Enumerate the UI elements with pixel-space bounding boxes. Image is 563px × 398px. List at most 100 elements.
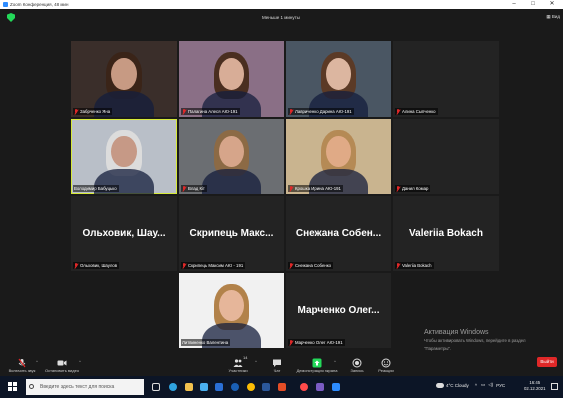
participant-name-tag: Крошка Ирина АЮ-191 xyxy=(288,185,343,192)
participant-tile[interactable]: Ольховик, Шау... Ольховик, Шаулов xyxy=(71,196,177,271)
participant-video xyxy=(71,119,177,194)
app-icon-red[interactable] xyxy=(278,383,286,391)
participant-tile[interactable]: Литвиненко Валентина xyxy=(179,273,284,348)
participant-tile[interactable]: Влад Кіт xyxy=(179,119,284,194)
participant-tile[interactable]: Алина Сыпченко xyxy=(393,41,499,117)
participant-name-tag: Снежана Собенко xyxy=(288,262,334,269)
participants-count: 14 xyxy=(243,355,248,360)
participant-name: Литвиненко Валентина xyxy=(182,340,229,345)
search-icon xyxy=(29,384,34,389)
zoom-window: Zoom Конференция, 48 мин – □ ✕ Меньше 1 … xyxy=(0,0,563,398)
participant-name: Скрипець Максим АЮ - 191 xyxy=(188,263,244,268)
app-icon-blue[interactable] xyxy=(332,383,340,391)
mail-icon[interactable] xyxy=(215,383,223,391)
network-icon[interactable]: ▭ xyxy=(481,382,485,388)
participant-name: Ольховик, Шаулов xyxy=(80,263,118,268)
title-bar: Zoom Конференция, 48 мин – □ ✕ xyxy=(0,0,563,9)
close-button[interactable]: ✕ xyxy=(543,0,561,9)
file-explorer-icon[interactable] xyxy=(185,383,193,391)
chat-button[interactable]: Чат xyxy=(255,353,299,375)
opera-icon[interactable] xyxy=(300,383,308,391)
task-view-icon[interactable] xyxy=(152,383,160,391)
stop-video-label: Остановить видео xyxy=(44,368,80,373)
participant-name: Снежана Собенко xyxy=(295,263,332,268)
mic-muted-icon xyxy=(396,263,400,268)
notification-icon[interactable] xyxy=(551,383,558,390)
zoom-app-icon[interactable] xyxy=(231,383,239,391)
reactions-button[interactable]: Реакции xyxy=(364,353,408,375)
taskbar-search-box[interactable]: Введите здесь текст для поиска xyxy=(26,379,144,395)
leave-meeting-button[interactable]: Выйти xyxy=(537,357,557,367)
participant-name: Данил Комар xyxy=(402,186,429,191)
edge-browser-icon[interactable] xyxy=(169,383,177,391)
activation-title: Активация Windows xyxy=(424,329,489,336)
participant-name: Крошка Ирина АЮ-191 xyxy=(295,186,341,191)
participant-name: Палагина Алеся АЮ-191 xyxy=(188,109,238,114)
mic-muted-icon xyxy=(289,186,293,191)
participant-video xyxy=(71,41,177,117)
participant-name: Алина Сыпченко xyxy=(402,109,436,114)
participants-button[interactable]: Участники xyxy=(216,353,260,375)
participant-name: Володимир Бабуцько xyxy=(74,186,117,191)
tray-chevron-icon[interactable]: ^ xyxy=(475,383,477,388)
unmute-button[interactable]: Включить звук xyxy=(0,353,44,375)
participant-video xyxy=(179,41,284,117)
store-icon[interactable] xyxy=(200,383,208,391)
mic-muted-icon xyxy=(396,186,400,191)
audio-options-chevron-icon[interactable]: ^ xyxy=(36,359,38,364)
reactions-label: Реакции xyxy=(378,368,394,373)
window-title: Zoom Конференция, 48 мин xyxy=(10,1,69,7)
taskbar-clock[interactable]: 16:45 02.12.2021 xyxy=(524,380,546,392)
volume-icon[interactable]: ◁) xyxy=(488,382,493,388)
security-shield-icon[interactable] xyxy=(7,13,15,22)
participant-display-name: Марченко Олег... xyxy=(297,305,380,316)
reactions-smiley-icon xyxy=(381,355,391,368)
video-options-chevron-icon[interactable]: ^ xyxy=(79,359,81,364)
maximize-button[interactable]: □ xyxy=(524,0,542,9)
chat-bubble-icon xyxy=(272,355,282,367)
participant-tile[interactable]: Данил Комар xyxy=(393,119,499,194)
participant-tile[interactable]: Лавриченко Дарина АЮ-191 xyxy=(286,41,391,117)
windows-start-icon[interactable] xyxy=(8,382,17,391)
participant-name-tag: Алина Сыпченко xyxy=(395,108,438,115)
participant-name-tag: Забрченко Яна xyxy=(73,108,113,115)
participant-tile[interactable]: Забрченко Яна xyxy=(71,41,177,117)
share-screen-button[interactable]: Демонстрация экрана xyxy=(295,353,339,375)
participants-icon xyxy=(233,355,243,367)
participant-video xyxy=(179,273,284,348)
cloud-icon xyxy=(436,382,444,388)
view-button[interactable]: ▦ Вид xyxy=(546,14,560,20)
record-icon xyxy=(352,355,362,368)
mic-muted-icon xyxy=(17,355,27,368)
record-label: Запись xyxy=(350,368,364,373)
chrome-icon[interactable] xyxy=(247,383,255,391)
participant-name-tag: Палагина Алеся АЮ-191 xyxy=(181,108,240,115)
participant-video xyxy=(286,119,391,194)
language-indicator[interactable]: РУС xyxy=(496,383,505,388)
mic-muted-icon xyxy=(182,263,186,268)
participant-name-tag: Ольховик, Шаулов xyxy=(73,262,120,269)
app-icon-purple[interactable] xyxy=(316,383,324,391)
participant-tile[interactable]: Скрипець Макс... Скрипець Максим АЮ - 191 xyxy=(179,196,284,271)
participant-name: Марченко Олег АЮ-191 xyxy=(295,340,343,345)
meeting-top-bar: Меньше 1 минуты ▦ Вид xyxy=(0,9,563,27)
participant-tile[interactable]: Valeriia Bokach Valeriia Bokach xyxy=(393,196,499,271)
participant-display-name: Valeriia Bokach xyxy=(409,228,483,239)
participant-tile[interactable]: Марченко Олег... Марченко Олег АЮ-191 xyxy=(286,273,391,348)
system-tray: 4°C Cloudy ^ ▭ ◁) РУС xyxy=(436,382,505,388)
participant-name-tag: Марченко Олег АЮ-191 xyxy=(288,339,345,346)
chat-label: Чат xyxy=(273,368,281,373)
participant-display-name: Скрипець Макс... xyxy=(189,228,274,239)
participant-tile[interactable]: Крошка Ирина АЮ-191 xyxy=(286,119,391,194)
mic-muted-icon xyxy=(289,340,293,345)
mic-muted-icon xyxy=(289,109,293,114)
weather-text[interactable]: 4°C Cloudy xyxy=(446,383,469,388)
participant-display-name: Снежана Собен... xyxy=(295,228,382,239)
participant-tile[interactable]: Снежана Собен... Снежана Собенко xyxy=(286,196,391,271)
participant-tile[interactable]: Палагина Алеся АЮ-191 xyxy=(179,41,284,117)
activation-text-2: "Параметры". xyxy=(424,345,452,351)
minimize-button[interactable]: – xyxy=(505,0,523,9)
participant-tile[interactable]: Володимир Бабуцько xyxy=(71,119,177,194)
word-icon[interactable] xyxy=(262,383,270,391)
stop-video-button[interactable]: Остановить видео xyxy=(40,353,84,375)
